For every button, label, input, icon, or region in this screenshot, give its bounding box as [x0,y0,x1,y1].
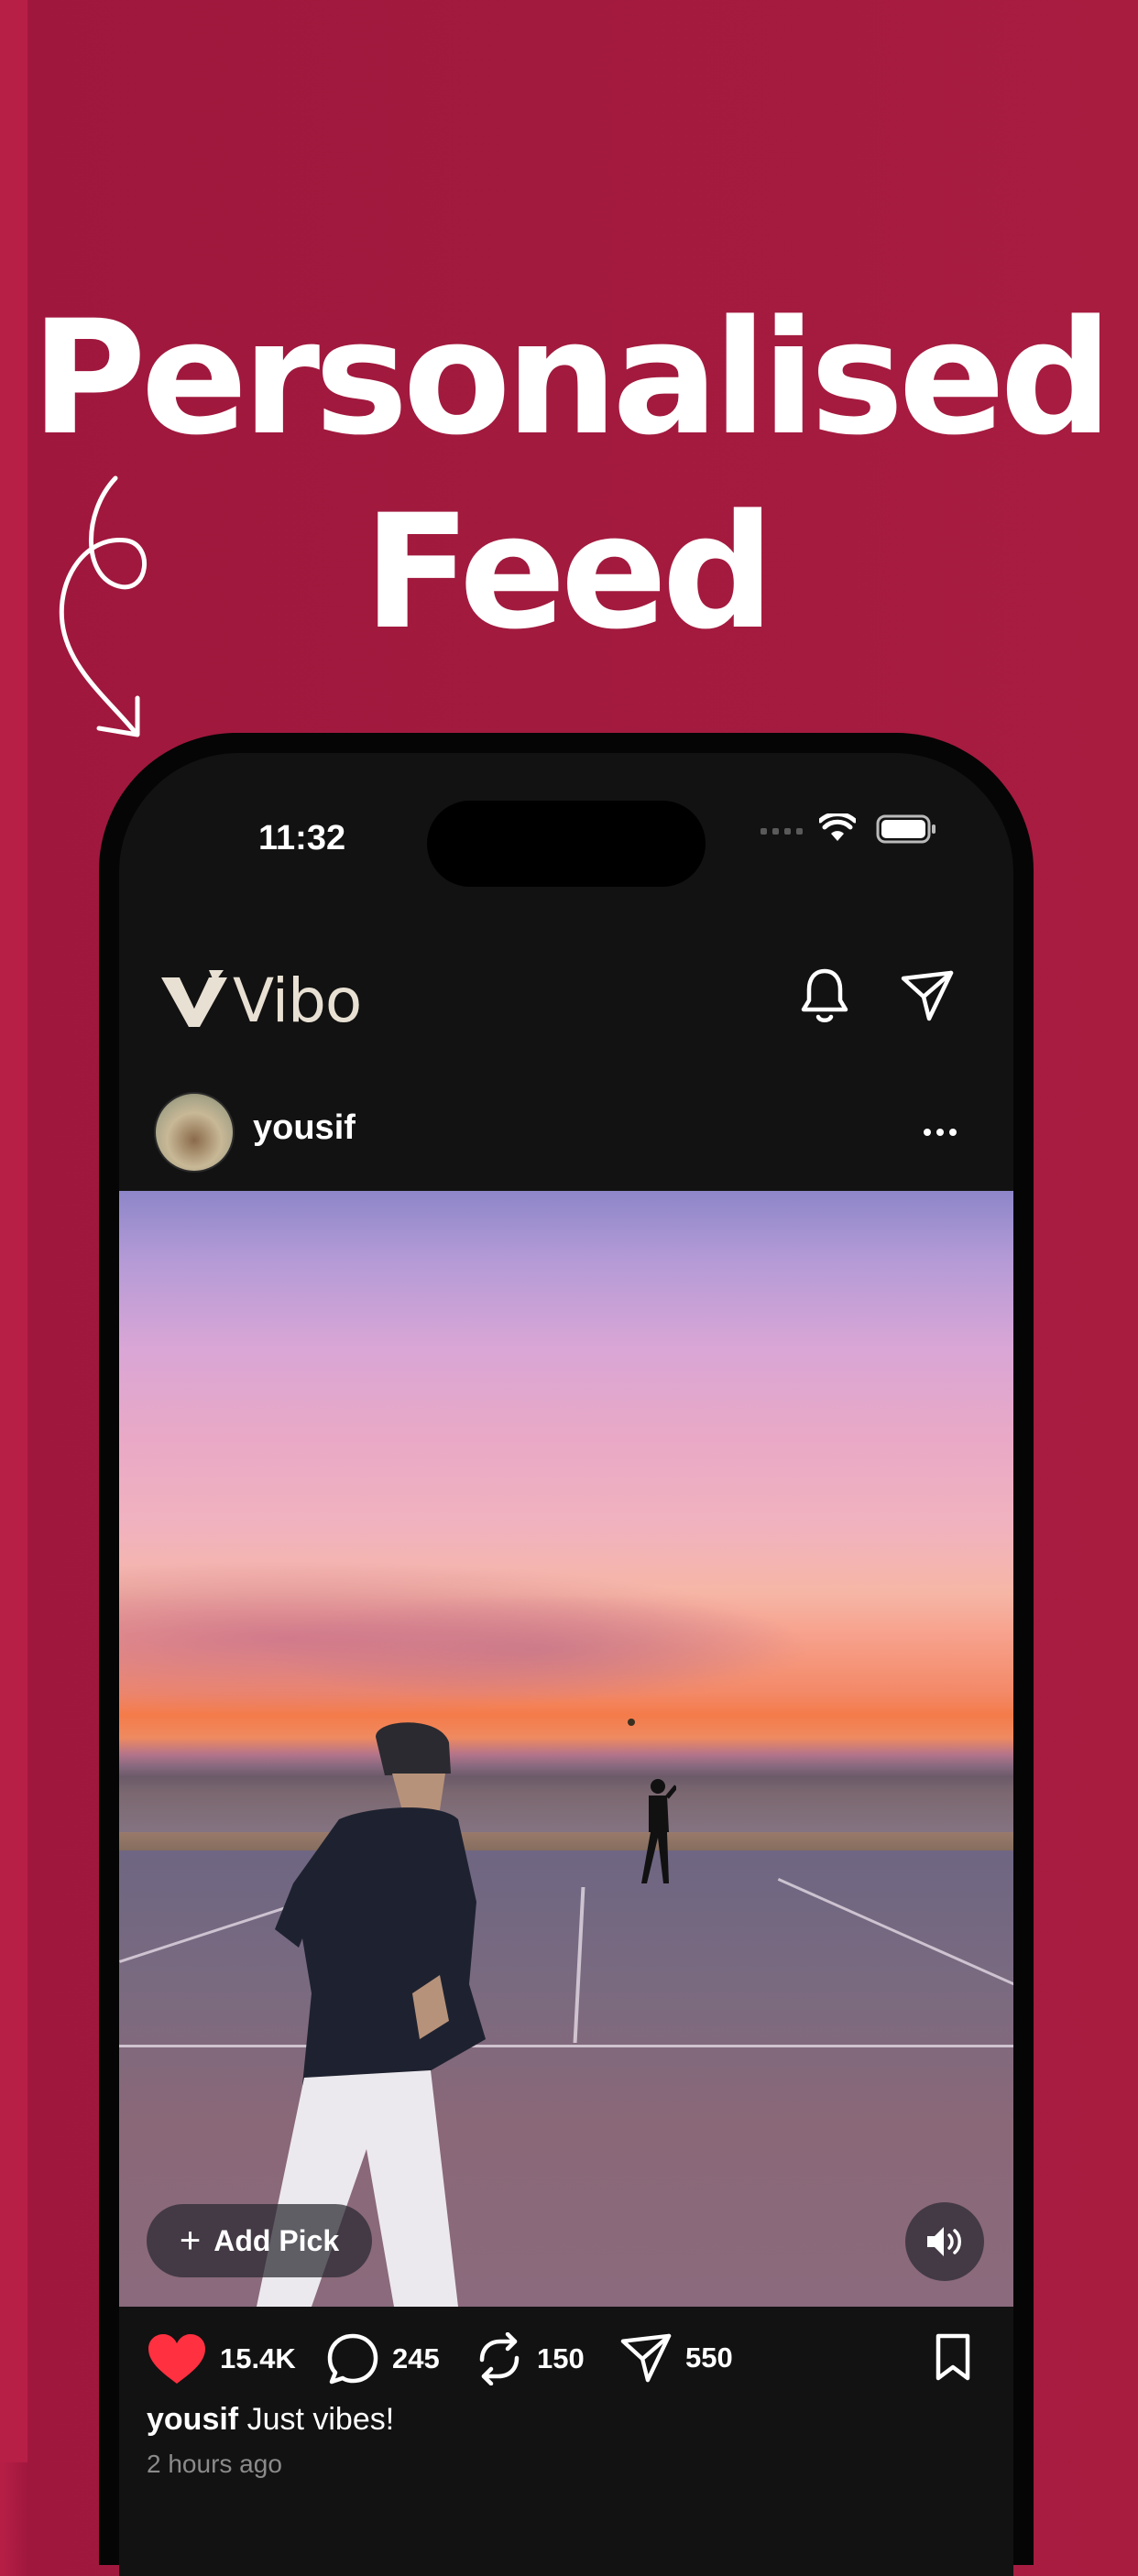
comment-count: 245 [392,2342,440,2374]
signal-icon [760,828,803,835]
dynamic-island [427,801,706,887]
post-username[interactable]: yousif [253,1108,356,1148]
app-name: Vibo [233,966,362,1036]
heart-icon [148,2334,205,2384]
post-actions: 15.4K 245 150 550 [119,2307,1013,2417]
court-line [119,2045,1013,2047]
bell-icon[interactable] [799,966,850,1024]
caption-username[interactable]: yousif [147,2402,238,2437]
battery-icon [876,814,936,844]
post-media[interactable]: + Add Pick [119,1191,1013,2307]
like-button[interactable]: 15.4K [147,2332,296,2385]
share-icon [620,2333,672,2383]
add-pick-label: Add Pick [213,2223,340,2257]
post-caption: yousif Just vibes! [147,2402,394,2438]
add-pick-button[interactable]: + Add Pick [147,2204,372,2277]
headline-line-1: Personalised [30,286,1113,470]
comment-button[interactable]: 245 [326,2332,440,2385]
caption-text: Just vibes! [246,2402,395,2437]
repost-count: 150 [537,2342,585,2374]
share-count: 550 [685,2341,733,2374]
bookmark-icon [936,2333,970,2381]
speaker-icon [927,2227,961,2256]
wifi-icon [819,813,856,841]
avatar[interactable] [154,1092,235,1173]
share-button[interactable]: 550 [619,2332,733,2384]
bookmark-button[interactable] [933,2332,973,2382]
phone-screen: 11:32 Vibo yousif + Add Pick 15.4K 245 1… [119,753,1013,2576]
status-time: 11:32 [258,819,346,857]
more-icon[interactable] [922,1127,958,1138]
repost-button[interactable]: 150 [475,2332,585,2385]
far-player [641,1779,676,1883]
phone-frame: 11:32 Vibo yousif + Add Pick 15.4K 245 1… [99,733,1034,2576]
like-count: 15.4K [220,2342,296,2374]
repost-icon [479,2332,520,2385]
send-icon[interactable] [900,969,955,1022]
headline-line-2: Feed [363,480,775,664]
sunset-clouds [119,1539,1013,1759]
ball [628,1719,635,1726]
curly-arrow-icon [59,475,148,737]
comment-icon [327,2333,378,2385]
post-timestamp: 2 hours ago [147,2450,282,2478]
sound-button[interactable] [905,2202,984,2281]
plus-icon: + [179,2221,202,2261]
